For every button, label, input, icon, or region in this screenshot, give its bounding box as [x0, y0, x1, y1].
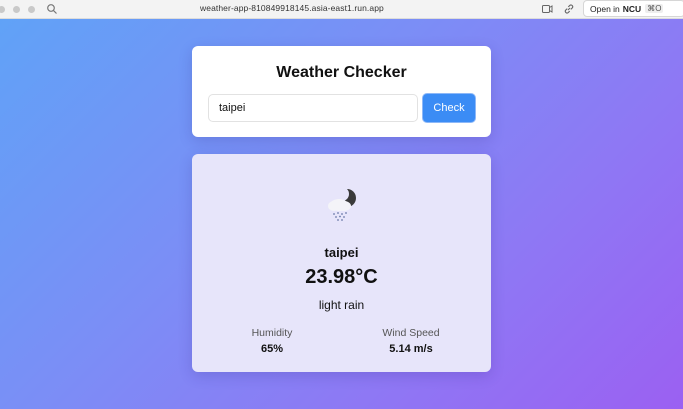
browser-toolbar: weather-app-810849918145.asia-east1.run.… [0, 0, 683, 19]
city-search-input[interactable] [208, 94, 418, 122]
wind-speed-stat: Wind Speed 5.14 m/s [356, 327, 466, 355]
wind-speed-value: 5.14 m/s [389, 343, 433, 355]
humidity-stat: Humidity 65% [217, 327, 327, 355]
window-controls [0, 5, 35, 13]
open-in-label: Open in [590, 3, 620, 14]
check-button[interactable]: Check [422, 93, 476, 123]
search-card: Weather Checker Check [192, 46, 491, 137]
search-icon[interactable] [46, 3, 58, 15]
shortcut-badge: ⌘O [645, 4, 664, 13]
humidity-value: 65% [260, 343, 284, 355]
wind-speed-label: Wind Speed [382, 327, 440, 339]
close-window-button[interactable] [0, 5, 5, 13]
address-bar-url[interactable]: weather-app-810849918145.asia-east1.run.… [200, 3, 384, 13]
minimize-window-button[interactable] [13, 5, 20, 13]
night-cloud-rain-icon [328, 187, 356, 221]
weather-result-card: taipei 23.98°C light rain Humidity 65% W… [192, 154, 491, 372]
link-icon[interactable] [563, 3, 575, 15]
extension-icon[interactable] [541, 3, 553, 15]
page-title: Weather Checker [276, 64, 407, 81]
open-in-button[interactable]: Open in NCU ⌘O [583, 0, 683, 17]
maximize-window-button[interactable] [28, 5, 35, 13]
weather-description: light rain [318, 298, 365, 312]
temperature-value: 23.98°C [305, 266, 378, 288]
result-city-name: taipei [324, 245, 359, 260]
open-in-target: NCU [622, 3, 642, 14]
humidity-label: Humidity [251, 327, 293, 339]
